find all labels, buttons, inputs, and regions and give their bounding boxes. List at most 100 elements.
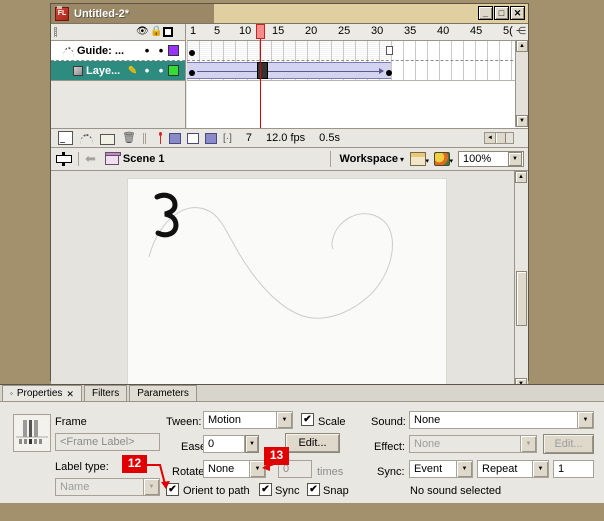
sound-dropdown[interactable]: None ▼ [409, 411, 594, 429]
scene-name-label[interactable]: Scene 1 [123, 153, 165, 165]
tab-parameters[interactable]: Parameters [129, 385, 197, 401]
tab-properties[interactable]: ◦ Properties ✕ [2, 385, 82, 401]
stage-canvas[interactable] [127, 178, 447, 389]
sync-event-dropdown[interactable]: Event ▼ [409, 460, 473, 478]
timeline-vertical-scrollbar[interactable]: ▲ ▼ [515, 40, 528, 127]
sync-loop-count-input[interactable]: 1 [553, 460, 594, 478]
chevron-down-icon[interactable]: ▾ [400, 155, 404, 164]
new-folder-icon[interactable] [100, 133, 115, 145]
modify-onion-markers-icon[interactable]: [·] [223, 133, 232, 144]
effect-dropdown[interactable]: None ▼ [409, 435, 537, 453]
window-titlebar[interactable]: FL Untitled-2* _ □ ✕ [51, 4, 528, 24]
center-frame-icon[interactable] [159, 132, 163, 144]
chevron-down-icon[interactable]: ▼ [508, 152, 522, 166]
frame-label-input[interactable]: <Frame Label> [55, 433, 160, 451]
close-icon[interactable]: ✕ [66, 386, 74, 402]
frame-label-placeholder: <Frame Label> [60, 436, 135, 448]
delete-layer-icon[interactable]: 🗑 [122, 132, 136, 144]
layer-lock-dot[interactable]: • [154, 64, 168, 77]
snap-checkbox[interactable]: ✔ [307, 483, 320, 496]
ease-input[interactable]: 0 [203, 435, 245, 453]
annotation-badge-13: 13 [264, 447, 289, 465]
close-button[interactable]: ✕ [510, 6, 525, 20]
workspace-label[interactable]: Workspace [339, 153, 398, 165]
lock-icon[interactable]: 🔒 [150, 26, 162, 38]
new-layer-icon[interactable] [58, 131, 73, 145]
chevron-down-icon[interactable]: ▼ [520, 436, 536, 452]
empty-frames[interactable] [391, 61, 528, 80]
chevron-down-icon[interactable]: ▼ [276, 412, 292, 428]
timeline-horizontal-scrollbar[interactable]: ◄ [484, 132, 514, 144]
onion-skin-buttons[interactable]: [·] [159, 132, 232, 144]
frame-thumbnail-icon [13, 414, 51, 452]
chevron-down-icon[interactable]: ▼ [532, 461, 548, 477]
timeline-panel: 👁 🔒 Guide: ... • • Laye... ✎ • • 1 5 10 … [51, 24, 528, 129]
timeline-options-menu-icon[interactable]: ⋲ [516, 26, 526, 37]
empty-frames[interactable] [391, 41, 528, 60]
timeline-ruler[interactable]: 1 5 10 15 20 25 30 35 40 45 5( ⋲ [187, 24, 528, 41]
ease-slider-button[interactable]: ▼ [245, 435, 259, 453]
onion-skin-icon[interactable] [169, 132, 181, 144]
panel-grip-icon[interactable] [54, 27, 57, 37]
keyframe-marker[interactable] [189, 50, 195, 56]
chevron-down-icon[interactable]: ▼ [143, 479, 159, 495]
timeline-frames-body[interactable] [187, 41, 528, 128]
chevron-down-icon[interactable]: ▼ [249, 461, 265, 477]
back-arrow-icon[interactable]: ⬅ [85, 151, 96, 167]
selected-frame-cell[interactable] [257, 62, 268, 79]
layer-outline-color-swatch[interactable] [168, 65, 179, 76]
maximize-button[interactable]: □ [494, 6, 509, 20]
scale-caption: Scale [318, 416, 346, 428]
zoom-combo[interactable]: 100% ▼ [458, 151, 524, 167]
onion-skin-outlines-icon[interactable] [187, 132, 199, 144]
layer-lock-dot[interactable]: • [154, 44, 168, 57]
layer-visible-dot[interactable]: • [140, 64, 154, 77]
ease-edit-button[interactable]: Edit... [285, 433, 340, 453]
panel-menu-icon[interactable]: ◦ [10, 386, 13, 402]
stage-vscroll-thumb[interactable] [516, 271, 527, 326]
outline-icon[interactable] [163, 27, 173, 37]
sync-checkbox[interactable]: ✔ [259, 483, 272, 496]
orient-to-path-checkbox[interactable]: ✔ [166, 483, 179, 496]
layer-row-layer1[interactable]: Laye... ✎ • • [51, 61, 185, 81]
edit-symbols-icon[interactable] [56, 152, 72, 166]
effect-edit-button[interactable]: Edit... [543, 434, 594, 454]
scroll-up-button[interactable]: ▲ [516, 40, 528, 52]
layer-outline-color-swatch[interactable] [168, 45, 179, 56]
tab-filters[interactable]: Filters [83, 385, 128, 401]
frame-row-layer1[interactable] [187, 61, 528, 81]
edit-scene-icon[interactable]: ▾ [410, 152, 429, 166]
scroll-down-button[interactable]: ▼ [516, 115, 528, 127]
stage-vertical-scrollbar[interactable]: ▲ ▼ [514, 171, 528, 390]
keyframe-marker-end[interactable] [386, 70, 392, 76]
motion-tween-span[interactable] [187, 62, 391, 79]
eye-icon[interactable]: 👁 [136, 26, 149, 38]
keyframe-marker[interactable] [189, 70, 195, 76]
minimize-button[interactable]: _ [478, 6, 493, 20]
fps-indicator[interactable]: 12.0 fps [266, 132, 305, 144]
tweened-object[interactable] [154, 192, 179, 238]
scroll-left-button[interactable]: ◄ [485, 133, 496, 143]
stage-area[interactable]: ▲ ▼ ◄ ► [51, 171, 528, 403]
label-type-dropdown[interactable]: Name ▼ [55, 478, 160, 496]
chevron-down-icon[interactable]: ▾ [449, 157, 453, 165]
stage-scroll-up-button[interactable]: ▲ [515, 171, 527, 183]
edit-multiple-frames-icon[interactable] [205, 132, 217, 144]
layer-visible-dot[interactable]: • [140, 44, 154, 57]
scroll-thumb[interactable] [496, 133, 506, 143]
chevron-down-icon[interactable]: ▾ [425, 157, 429, 165]
frame-row-guide[interactable] [187, 41, 528, 61]
end-frame-marker[interactable] [386, 46, 393, 55]
chevron-down-icon[interactable]: ▼ [456, 461, 472, 477]
rotate-dropdown[interactable]: None ▼ [203, 460, 266, 478]
edit-symbol-icon[interactable]: ▾ [434, 152, 453, 166]
layer-row-guide[interactable]: Guide: ... • • [51, 41, 185, 61]
chevron-down-icon[interactable]: ▼ [577, 412, 593, 428]
add-motion-guide-icon[interactable] [80, 134, 93, 145]
layer-tool-buttons[interactable]: 🗑 [58, 131, 136, 145]
scale-checkbox[interactable]: ✔ [301, 413, 314, 426]
window-controls[interactable]: _ □ ✕ [478, 6, 525, 20]
zoom-value[interactable]: 100% [459, 153, 508, 165]
sync-repeat-dropdown[interactable]: Repeat ▼ [477, 460, 549, 478]
tween-dropdown[interactable]: Motion ▼ [203, 411, 293, 429]
